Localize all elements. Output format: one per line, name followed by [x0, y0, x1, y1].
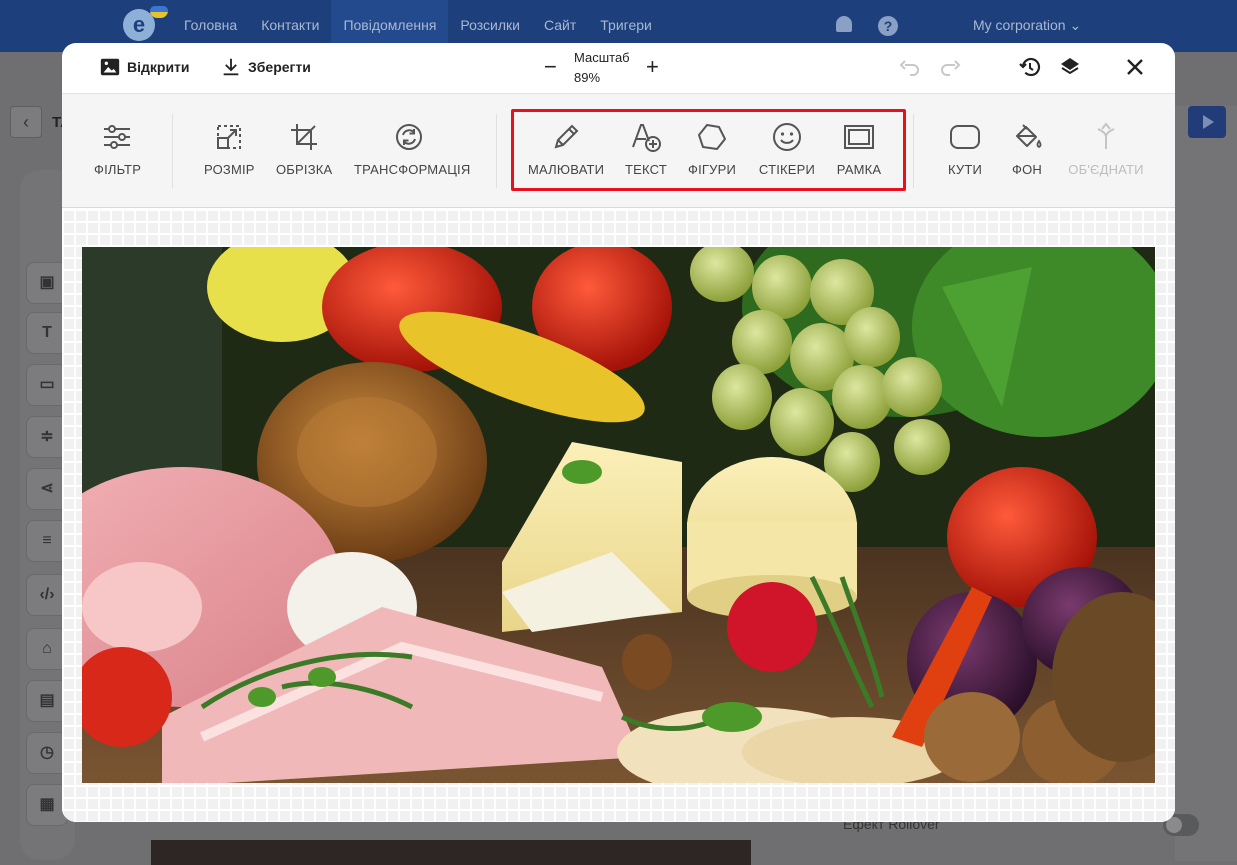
paint-bucket-icon — [1016, 124, 1042, 149]
layers-icon[interactable] — [1058, 55, 1082, 79]
annotation-highlight-box — [511, 109, 906, 191]
rounded-rect-icon — [950, 125, 980, 149]
tool-resize-label: РОЗМІР — [204, 162, 255, 177]
undo-icon[interactable] — [898, 55, 922, 79]
open-label: Відкрити — [127, 59, 190, 75]
tool-crop[interactable]: ОБРІЗКА — [276, 121, 332, 177]
zoom-in-button[interactable]: + — [646, 56, 659, 78]
toolbar-divider — [496, 114, 497, 188]
preview-play-button[interactable] — [1188, 106, 1226, 138]
tool-transform[interactable]: ТРАНСФОРМАЦІЯ — [354, 121, 471, 177]
bell-icon[interactable] — [836, 16, 852, 32]
tool-background[interactable]: ФОН — [1010, 121, 1044, 177]
tool-filter-label: ФІЛЬТР — [94, 162, 142, 177]
back-button[interactable]: ‹ — [10, 106, 42, 138]
editor-toolbar: ФІЛЬТР РОЗМІР ОБРІЗКА ТРАНСФОРМАЦІЯ МАЛЮ… — [62, 94, 1175, 208]
tool-background-label: ФОН — [1012, 162, 1042, 177]
settings-panel — [1175, 106, 1237, 861]
image-editor-modal: Відкрити Зберегти − Масштаб 89% + ФІЛЬТР… — [62, 43, 1175, 822]
ukraine-heart-icon — [150, 6, 168, 18]
tool-filter[interactable]: ФІЛЬТР — [94, 121, 142, 177]
tool-resize[interactable]: РОЗМІР — [204, 121, 254, 177]
sliders-icon — [104, 125, 130, 149]
zoom-label: Масштаб — [574, 50, 630, 65]
tool-corners-label: КУТИ — [947, 162, 983, 177]
toolbar-divider — [172, 114, 173, 188]
zoom-value: 89% — [574, 70, 601, 85]
tool-merge[interactable]: ОБ'ЄДНАТИ — [1068, 121, 1144, 177]
food-photo[interactable] — [82, 247, 1155, 783]
tool-merge-label: ОБ'ЄДНАТИ — [1068, 162, 1144, 177]
download-icon — [223, 58, 239, 76]
save-button[interactable]: Зберегти — [220, 55, 311, 79]
editor-canvas[interactable] — [62, 209, 1175, 822]
tool-transform-label: ТРАНСФОРМАЦІЯ — [354, 162, 471, 177]
close-icon[interactable] — [1123, 55, 1147, 79]
redo-icon[interactable] — [938, 55, 962, 79]
merge-icon — [1097, 122, 1115, 149]
history-icon[interactable] — [1018, 55, 1042, 79]
tool-crop-label: ОБРІЗКА — [276, 162, 333, 177]
toolbar-divider — [913, 114, 914, 188]
bg-image-preview — [151, 840, 751, 865]
food-photo-illustration — [82, 247, 1155, 783]
open-button[interactable]: Відкрити — [99, 55, 190, 79]
image-icon — [100, 58, 120, 76]
rotate-icon — [396, 124, 422, 150]
help-icon[interactable]: ? — [878, 16, 898, 36]
resize-icon — [217, 125, 241, 149]
corporation-selector[interactable]: My corporation ⌄ — [973, 17, 1081, 34]
zoom-out-button[interactable]: − — [544, 56, 557, 78]
editor-header: Відкрити Зберегти − Масштаб 89% + — [62, 43, 1175, 94]
crop-icon — [291, 124, 317, 150]
save-label: Зберегти — [248, 59, 311, 75]
tool-corners[interactable]: КУТИ — [944, 121, 986, 177]
corporation-name: My corporation — [973, 17, 1066, 33]
chevron-down-icon: ⌄ — [1069, 17, 1082, 33]
